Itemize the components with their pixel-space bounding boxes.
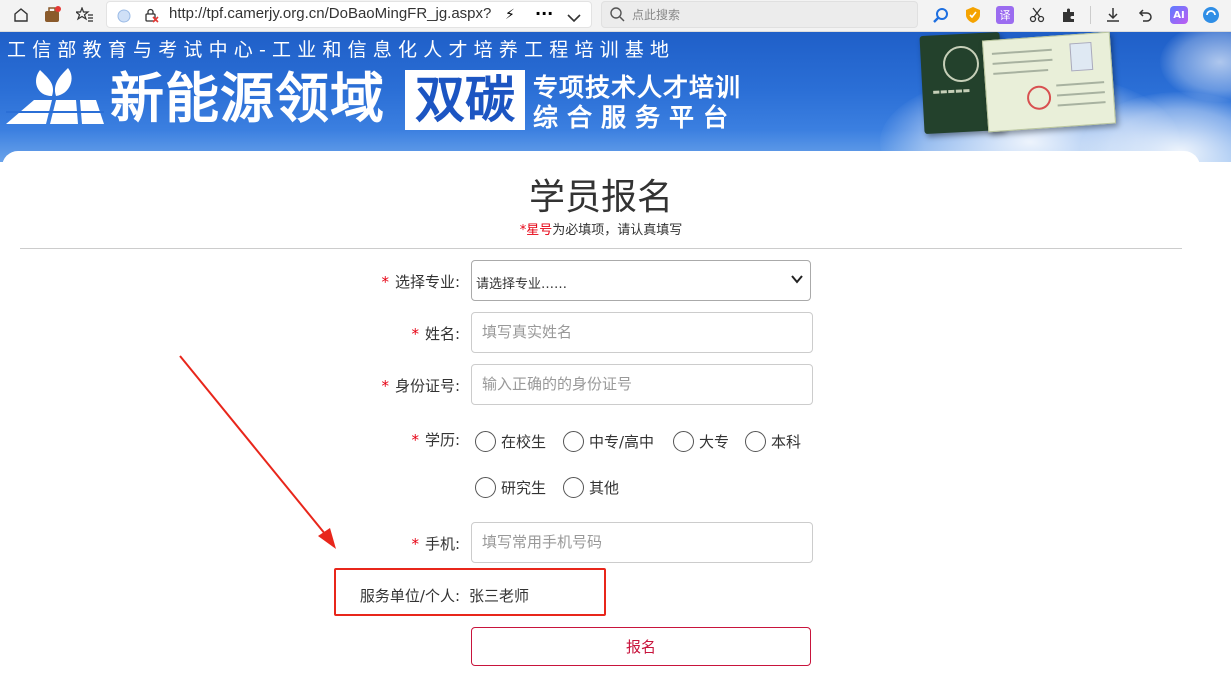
insecure-lock-icon[interactable] xyxy=(143,7,159,27)
annotation-highlight-box xyxy=(334,568,606,616)
radio-circle[interactable] xyxy=(563,431,584,452)
certificate-page-image xyxy=(981,32,1117,133)
search-icon xyxy=(610,7,625,26)
major-label: * 选择专业: xyxy=(381,273,460,291)
submit-button[interactable]: 报名 xyxy=(471,627,811,666)
page-title: 学员报名 xyxy=(528,177,673,218)
name-label: * 姓名: xyxy=(411,325,460,343)
required-note-text: 为必填项，请认真填写 xyxy=(552,223,683,238)
radio-circle[interactable] xyxy=(475,431,496,452)
chevron-down-icon xyxy=(791,275,803,284)
required-note: *星号为必填项，请认真填写 xyxy=(2,219,1200,238)
certificate-photo xyxy=(1069,41,1094,72)
major-select[interactable]: 请选择专业…… xyxy=(471,260,811,301)
shield-icon[interactable] xyxy=(962,4,984,26)
education-option-highschool[interactable]: 中专/高中 xyxy=(563,431,654,452)
search-placeholder: 点此搜索 xyxy=(632,8,681,22)
radio-circle[interactable] xyxy=(563,477,584,498)
certificate-seal xyxy=(1026,84,1052,111)
chevron-down-icon[interactable] xyxy=(567,8,581,27)
header-banner: 工信部教育与考试中心-工业和信息化人才培养工程培训基地 新能源领域 双碳 专项技… xyxy=(0,32,1231,162)
education-option-college[interactable]: 大专 xyxy=(673,431,729,452)
education-label: * 学历: xyxy=(411,431,460,449)
phone-input[interactable]: 填写常用手机号码 xyxy=(471,522,813,563)
education-option-graduate[interactable]: 研究生 xyxy=(475,477,546,498)
toolbar-divider xyxy=(1090,6,1091,24)
url-text[interactable]: http://tpf.camerjy.org.cn/DoBaoMingFR_jg… xyxy=(169,5,491,22)
required-note-star: *星号 xyxy=(519,223,553,238)
browser-logo-icon[interactable] xyxy=(1200,4,1222,26)
lightning-icon[interactable]: ⚡ xyxy=(505,7,515,23)
phone-label: * 手机: xyxy=(411,535,460,553)
scissors-icon[interactable] xyxy=(1026,4,1048,26)
undo-icon[interactable] xyxy=(1134,4,1156,26)
education-option-other[interactable]: 其他 xyxy=(563,477,619,498)
ai-icon[interactable]: AI xyxy=(1168,4,1190,26)
radio-circle[interactable] xyxy=(673,431,694,452)
banner-title: 新能源领域 xyxy=(110,67,385,130)
radio-circle[interactable] xyxy=(745,431,766,452)
home-icon[interactable] xyxy=(10,4,32,26)
name-input[interactable]: 填写真实姓名 xyxy=(471,312,813,353)
site-globe-icon xyxy=(117,8,131,27)
banner-title-highlight: 双碳 xyxy=(405,70,525,130)
banner-tagline: 工信部教育与考试中心-工业和信息化人才培养工程培训基地 xyxy=(7,39,676,61)
radio-circle[interactable] xyxy=(475,477,496,498)
magnifier-icon[interactable] xyxy=(930,4,952,26)
major-select-value: 请选择专业…… xyxy=(476,277,568,292)
title-divider xyxy=(20,248,1182,249)
solar-leaf-logo-icon xyxy=(6,68,104,126)
id-number-input[interactable]: 输入正确的的身份证号 xyxy=(471,364,813,405)
browser-search-box[interactable]: 点此搜索 xyxy=(601,1,918,28)
download-icon[interactable] xyxy=(1102,4,1124,26)
id-number-label: * 身份证号: xyxy=(381,377,460,395)
education-option-student[interactable]: 在校生 xyxy=(475,431,546,452)
address-bar[interactable]: http://tpf.camerjy.org.cn/DoBaoMingFR_jg… xyxy=(106,1,592,28)
briefcase-icon[interactable] xyxy=(41,4,63,26)
education-option-bachelor[interactable]: 本科 xyxy=(745,431,801,452)
extensions-puzzle-icon[interactable] xyxy=(1058,4,1080,26)
more-icon[interactable]: ··· xyxy=(535,4,553,23)
translate-icon[interactable]: 译 xyxy=(994,4,1016,26)
browser-toolbar: http://tpf.camerjy.org.cn/DoBaoMingFR_jg… xyxy=(0,0,1231,32)
banner-subtitle-line2: 综合服务平台 xyxy=(533,103,738,132)
favorites-star-icon[interactable] xyxy=(74,4,96,26)
